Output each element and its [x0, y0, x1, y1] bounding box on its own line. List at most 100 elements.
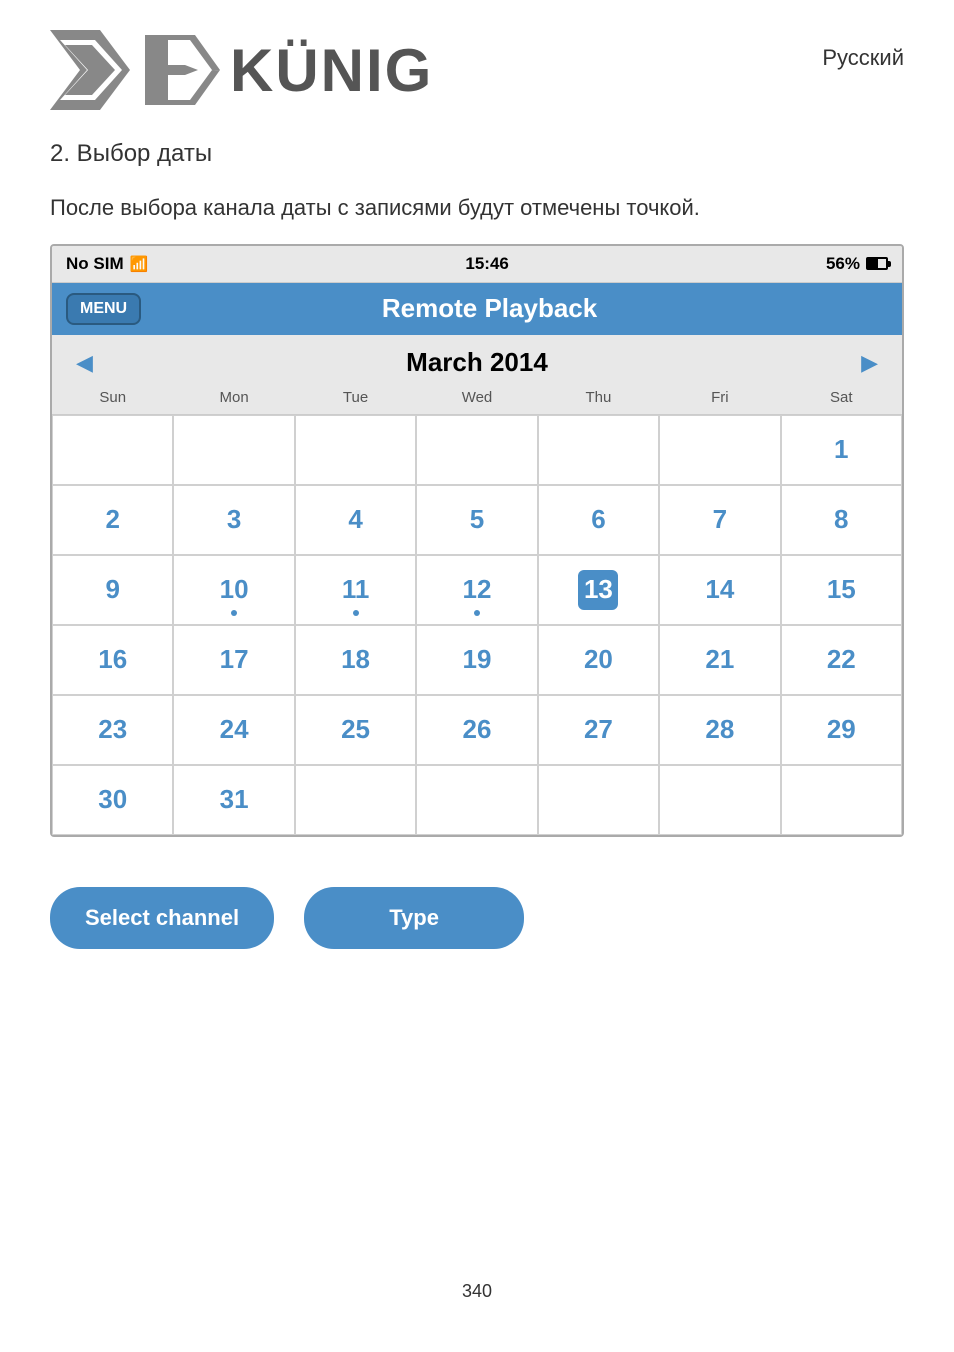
calendar-day-6[interactable]: 6 [538, 485, 659, 555]
calendar-day-3[interactable]: 3 [173, 485, 294, 555]
type-button[interactable]: Type [304, 887, 524, 949]
calendar-day-5[interactable]: 5 [416, 485, 537, 555]
calendar-day-21[interactable]: 21 [659, 625, 780, 695]
calendar-month-title: March 2014 [406, 347, 548, 378]
cal-date-num: 26 [463, 714, 492, 745]
description-text: После выбора канала даты с записями буду… [0, 183, 954, 244]
calendar-day-22[interactable]: 22 [781, 625, 902, 695]
calendar-day-17[interactable]: 17 [173, 625, 294, 695]
status-right: 56% [826, 254, 888, 274]
cal-date-num: 2 [105, 504, 119, 535]
cal-dot [474, 610, 480, 616]
cal-date-num: 10 [220, 574, 249, 605]
battery-percent: 56% [826, 254, 860, 274]
calendar-day-empty [538, 765, 659, 835]
calendar-day-empty [52, 415, 173, 485]
cal-date-num: 25 [341, 714, 370, 745]
cal-date-num: 28 [705, 714, 734, 745]
nav-bar: MENU Remote Playback [52, 283, 902, 335]
page-number: 340 [0, 1261, 954, 1322]
calendar-day-empty [173, 415, 294, 485]
weekday-mon: Mon [173, 385, 294, 410]
calendar-day-4[interactable]: 4 [295, 485, 416, 555]
cal-date-num: 12 [463, 574, 492, 605]
calendar-day-10[interactable]: 10 [173, 555, 294, 625]
cal-date-num: 11 [342, 574, 370, 605]
prev-month-button[interactable]: ◀ [66, 345, 103, 381]
cal-date-num: 18 [341, 644, 370, 675]
next-month-button[interactable]: ▶ [851, 345, 888, 381]
calendar-day-16[interactable]: 16 [52, 625, 173, 695]
phone-frame: No SIM 📶 15:46 56% MENU Remote Playback … [50, 244, 904, 837]
weekday-wed: Wed [416, 385, 537, 410]
calendar-day-empty [416, 765, 537, 835]
calendar-day-empty [295, 765, 416, 835]
section-heading: 2. Выбор даты [0, 130, 954, 183]
calendar-day-23[interactable]: 23 [52, 695, 173, 765]
calendar-grid: 1234567891011121314151617181920212223242… [52, 415, 902, 835]
wifi-icon: 📶 [130, 255, 149, 273]
battery-icon [866, 257, 888, 270]
sim-text: No SIM [66, 254, 124, 274]
calendar-day-25[interactable]: 25 [295, 695, 416, 765]
calendar-day-27[interactable]: 27 [538, 695, 659, 765]
weekday-fri: Fri [659, 385, 780, 410]
weekday-thu: Thu [538, 385, 659, 410]
calendar-day-20[interactable]: 20 [538, 625, 659, 695]
cal-date-num: 6 [591, 504, 605, 535]
cal-date-num: 29 [827, 714, 856, 745]
logo: KÜNIG [50, 30, 433, 110]
cal-date-num: 27 [584, 714, 613, 745]
cal-date-num: 21 [705, 644, 734, 675]
calendar-header: ◀ March 2014 ▶ [52, 335, 902, 381]
calendar-day-1[interactable]: 1 [781, 415, 902, 485]
konig-logo-icon [50, 30, 130, 110]
calendar-day-31[interactable]: 31 [173, 765, 294, 835]
calendar-day-19[interactable]: 19 [416, 625, 537, 695]
logo-text: KÜNIG [230, 36, 433, 105]
cal-date-num: 23 [98, 714, 127, 745]
cal-date-num: 4 [348, 504, 362, 535]
calendar-day-empty [538, 415, 659, 485]
cal-date-num: 14 [705, 574, 734, 605]
cal-dot [231, 610, 237, 616]
cal-date-num: 30 [98, 784, 127, 815]
calendar-day-28[interactable]: 28 [659, 695, 780, 765]
cal-dot [595, 610, 601, 616]
calendar-day-12[interactable]: 12 [416, 555, 537, 625]
calendar-day-30[interactable]: 30 [52, 765, 173, 835]
calendar-day-empty [416, 415, 537, 485]
calendar-day-empty [659, 415, 780, 485]
calendar-day-24[interactable]: 24 [173, 695, 294, 765]
cal-date-num: 24 [220, 714, 249, 745]
calendar-day-29[interactable]: 29 [781, 695, 902, 765]
language-label: Русский [822, 30, 904, 71]
calendar-day-2[interactable]: 2 [52, 485, 173, 555]
calendar-weekdays: Sun Mon Tue Wed Thu Fri Sat [52, 381, 902, 415]
menu-button[interactable]: MENU [66, 293, 141, 325]
calendar: ◀ March 2014 ▶ Sun Mon Tue Wed Thu Fri S… [52, 335, 902, 835]
cal-date-num: 5 [470, 504, 484, 535]
calendar-day-18[interactable]: 18 [295, 625, 416, 695]
calendar-day-9[interactable]: 9 [52, 555, 173, 625]
calendar-day-13[interactable]: 13 [538, 555, 659, 625]
cal-date-num: 20 [584, 644, 613, 675]
weekday-sat: Sat [781, 385, 902, 410]
select-channel-button[interactable]: Select channel [50, 887, 274, 949]
calendar-day-11[interactable]: 11 [295, 555, 416, 625]
calendar-day-8[interactable]: 8 [781, 485, 902, 555]
calendar-day-14[interactable]: 14 [659, 555, 780, 625]
cal-date-num: 3 [227, 504, 241, 535]
calendar-day-15[interactable]: 15 [781, 555, 902, 625]
nav-title: Remote Playback [151, 293, 828, 324]
cal-date-num: 8 [834, 504, 848, 535]
calendar-day-empty [659, 765, 780, 835]
calendar-day-empty [781, 765, 902, 835]
calendar-day-26[interactable]: 26 [416, 695, 537, 765]
cal-date-num: 7 [713, 504, 727, 535]
header: KÜNIG Русский [0, 0, 954, 130]
status-left: No SIM 📶 [66, 254, 148, 274]
weekday-tue: Tue [295, 385, 416, 410]
calendar-day-7[interactable]: 7 [659, 485, 780, 555]
buttons-section: Select channel Type [0, 837, 954, 979]
